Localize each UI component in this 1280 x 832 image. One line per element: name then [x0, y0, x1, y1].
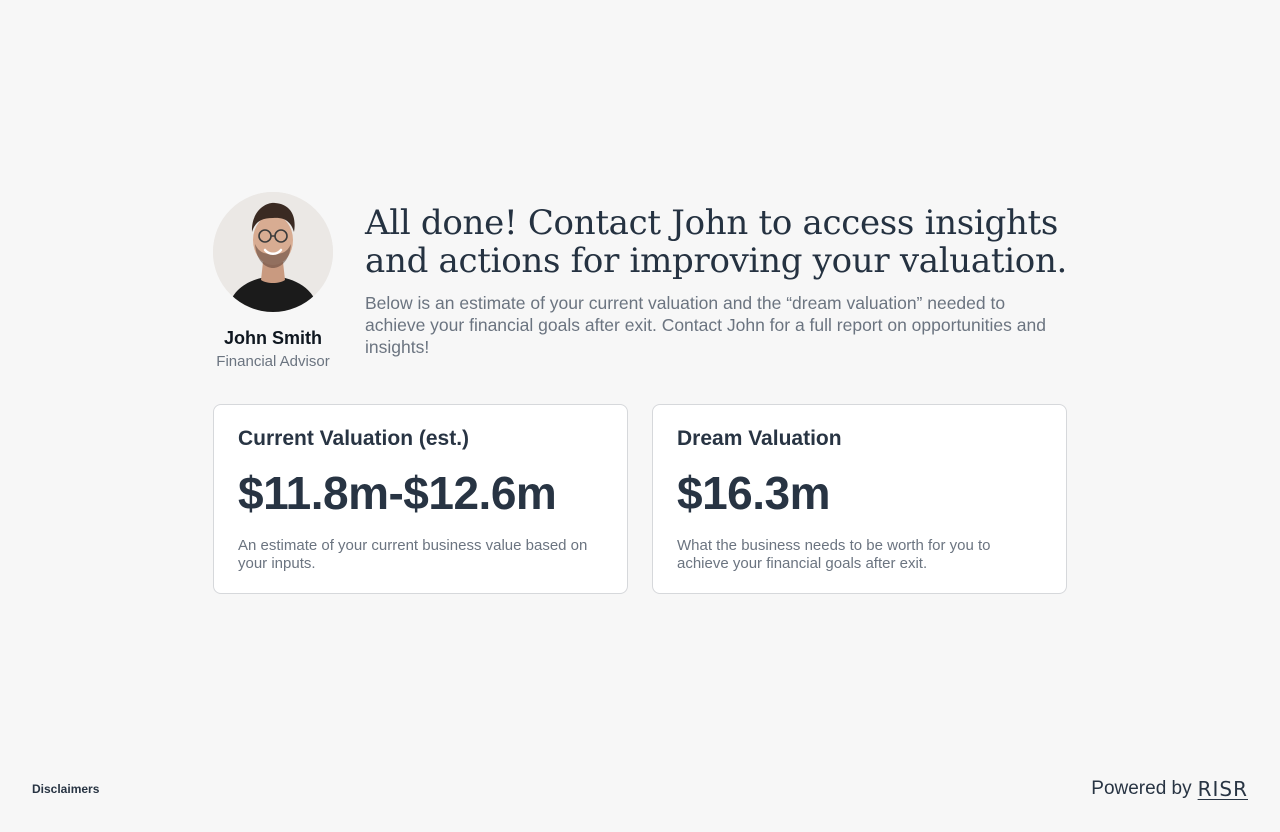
advisor-profile: John Smith Financial Advisor [213, 192, 333, 370]
advisor-role: Financial Advisor [216, 353, 330, 370]
dream-valuation-value: $16.3m [677, 467, 831, 519]
powered-by: Powered by RISR [1091, 777, 1248, 801]
dream-valuation-title: Dream Valuation [677, 427, 842, 450]
advisor-name: John Smith [224, 328, 322, 348]
brand-logo[interactable]: RISR [1198, 777, 1248, 801]
current-valuation-description: An estimate of your current business val… [238, 537, 588, 572]
advisor-photo [213, 192, 333, 312]
current-valuation-card: Current Valuation (est.) $11.8m-$12.6m A… [213, 404, 628, 594]
hero-section: John Smith Financial Advisor All done! C… [213, 192, 1067, 370]
current-valuation-value: $11.8m-$12.6m [238, 467, 557, 519]
dream-valuation-description: What the business needs to be worth for … [677, 537, 991, 572]
intro-subtext: Below is an estimate of your current val… [365, 293, 1046, 357]
intro-block: All done! Contact John to access insight… [365, 192, 1069, 370]
page-title: All done! Contact John to access insight… [365, 203, 1068, 281]
current-valuation-title: Current Valuation (est.) [238, 427, 470, 450]
powered-by-label: Powered by [1091, 778, 1192, 799]
avatar [213, 192, 333, 312]
valuation-cards: Current Valuation (est.) $11.8m-$12.6m A… [213, 404, 1067, 594]
disclaimers-link[interactable]: Disclaimers [32, 782, 99, 796]
dream-valuation-card: Dream Valuation $16.3m What the business… [652, 404, 1067, 594]
results-page: John Smith Financial Advisor All done! C… [0, 0, 1280, 832]
